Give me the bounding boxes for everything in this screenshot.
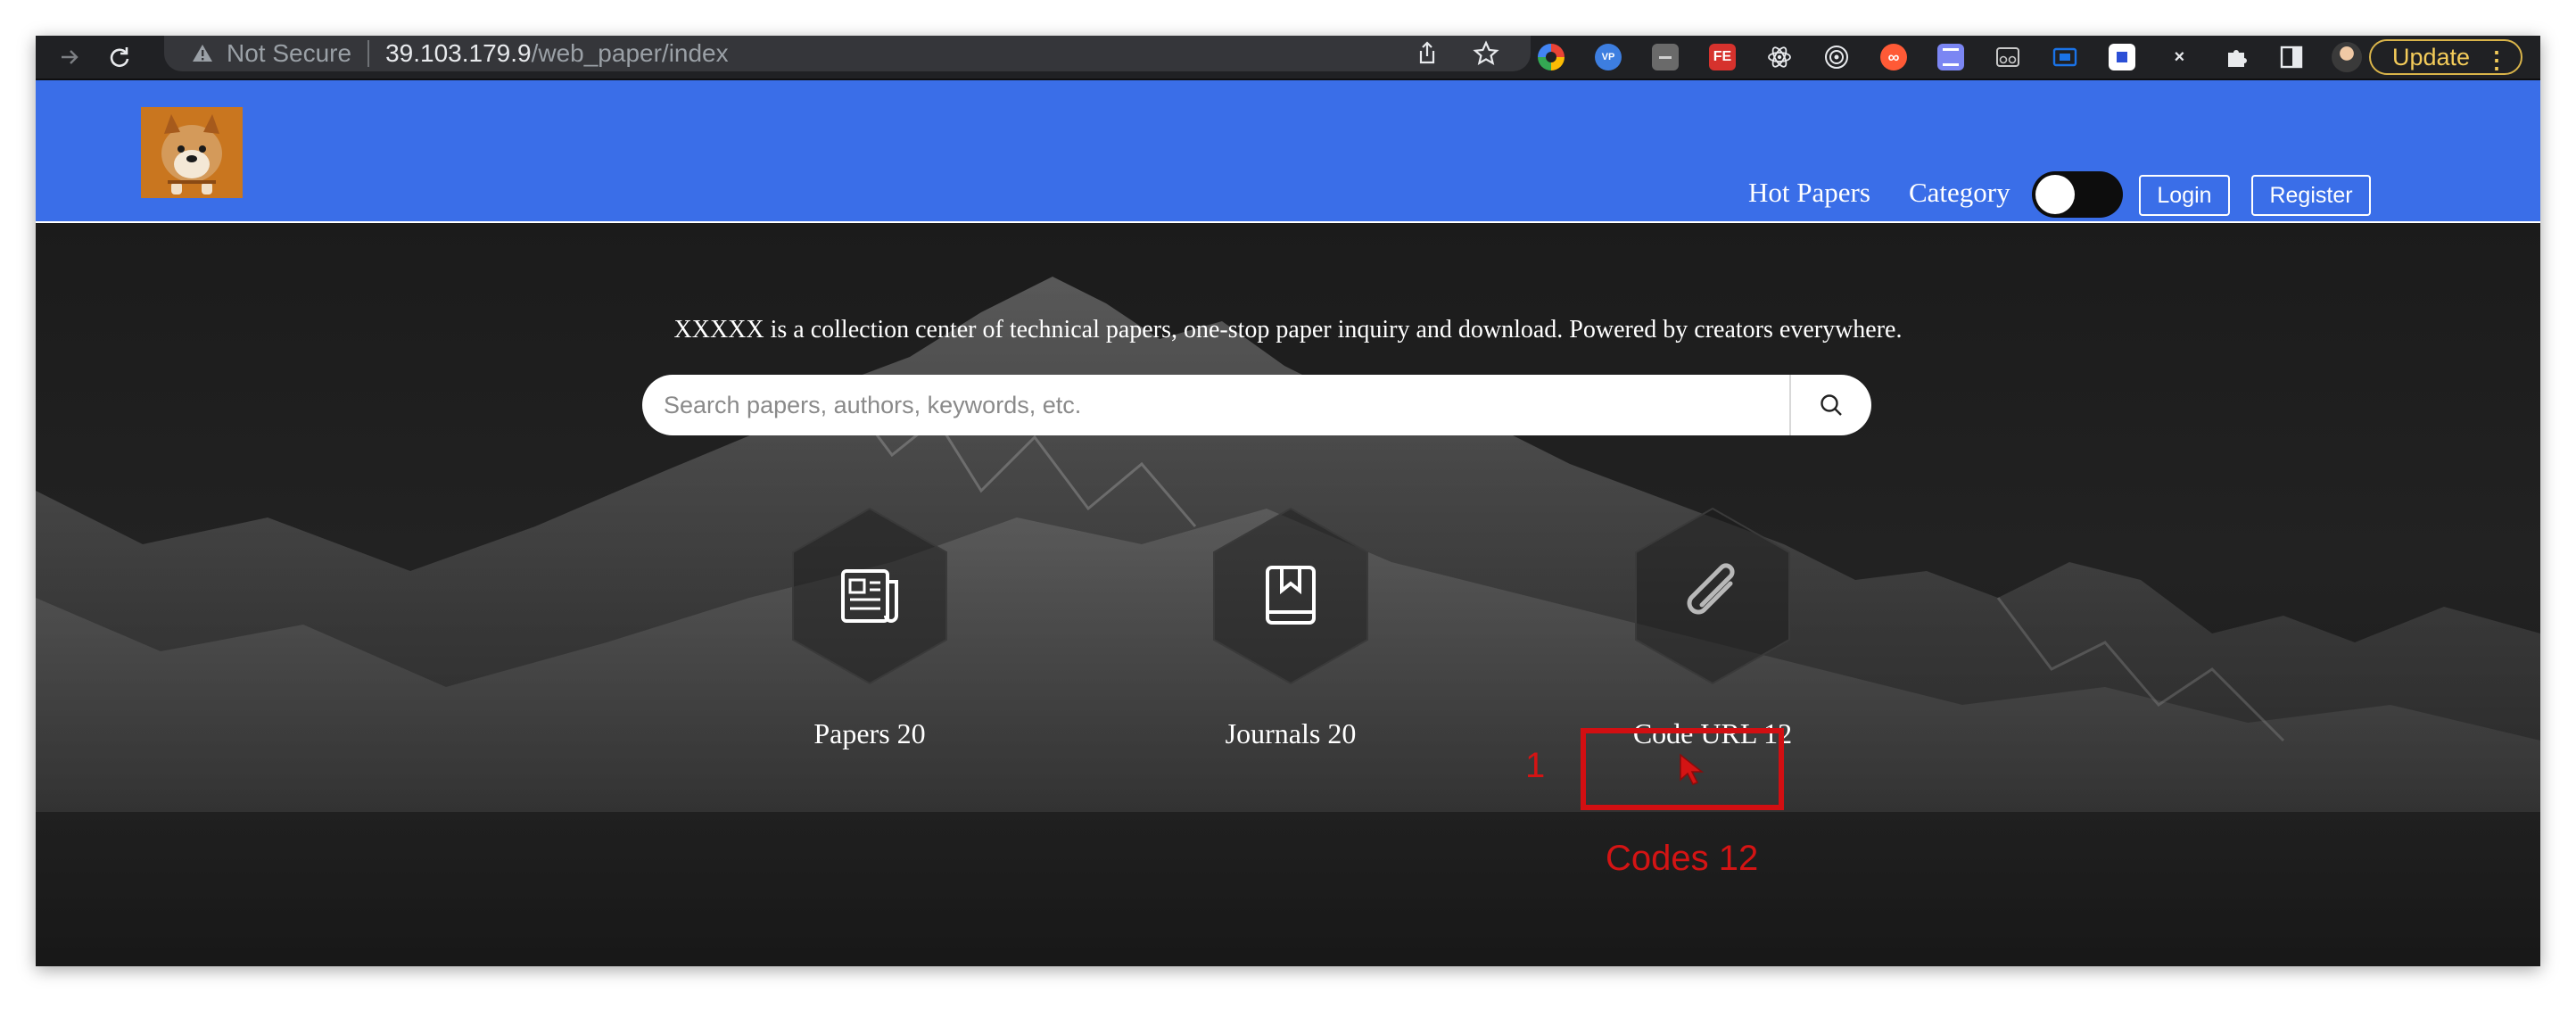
login-button[interactable]: Login bbox=[2139, 175, 2230, 216]
newspaper-icon bbox=[792, 507, 947, 685]
screen-capture-icon[interactable] bbox=[2052, 44, 2078, 70]
browser-toolbar: Not Secure 39.103.179.9 /web_paper/index… bbox=[36, 36, 2540, 80]
more-menu-icon[interactable]: ⋮ bbox=[2485, 46, 2508, 74]
puzzle-icon[interactable] bbox=[2223, 44, 2250, 70]
theme-toggle[interactable] bbox=[2032, 171, 2123, 218]
site-header: Hot Papers Category Login Register bbox=[36, 80, 2540, 223]
search-button[interactable] bbox=[1791, 375, 1871, 435]
reload-icon[interactable] bbox=[103, 41, 136, 73]
fe-helper-icon[interactable]: FE bbox=[1709, 44, 1736, 70]
infinity-icon[interactable]: ∞ bbox=[1880, 44, 1907, 70]
address-divider bbox=[367, 40, 370, 67]
journal-icon bbox=[1213, 507, 1368, 685]
annotation-note: Codes 12 bbox=[1606, 839, 1759, 878]
storage-icon[interactable] bbox=[1937, 44, 1964, 70]
sidebar-toggle-icon[interactable] bbox=[2278, 44, 2305, 70]
share-icon[interactable] bbox=[1413, 39, 1441, 68]
search-input[interactable] bbox=[642, 375, 1789, 435]
search-icon bbox=[1821, 394, 1842, 416]
site-logo[interactable] bbox=[141, 107, 243, 198]
nav-hot-papers[interactable]: Hot Papers bbox=[1748, 177, 1870, 209]
bookmark-ext-icon[interactable] bbox=[2109, 44, 2135, 70]
annotation-number: 1 bbox=[1525, 746, 1546, 785]
react-devtools-icon[interactable] bbox=[1766, 44, 1793, 70]
stat-papers-label: Papers 20 bbox=[813, 717, 926, 749]
browser-window: Not Secure 39.103.179.9 /web_paper/index… bbox=[36, 36, 2540, 966]
search-box bbox=[642, 375, 1871, 435]
tab-manager-icon[interactable] bbox=[1652, 44, 1679, 70]
vpn-badge-icon[interactable]: VP bbox=[1595, 44, 1622, 70]
target-icon[interactable] bbox=[1823, 44, 1850, 70]
x-ext-icon[interactable]: × bbox=[2166, 44, 2192, 70]
url-host: 39.103.179.9 bbox=[385, 39, 532, 67]
url-path: /web_paper/index bbox=[531, 39, 729, 67]
update-button[interactable]: Update ⋮ bbox=[2369, 39, 2522, 75]
warning-icon bbox=[193, 45, 212, 62]
update-label: Update bbox=[2392, 43, 2471, 70]
nav-category[interactable]: Category bbox=[1909, 177, 2010, 209]
cursor-icon bbox=[1680, 753, 1705, 785]
toggle-knob bbox=[2035, 175, 2075, 214]
forward-icon[interactable] bbox=[54, 41, 86, 73]
profile-avatar[interactable] bbox=[2332, 42, 2362, 72]
register-button[interactable]: Register bbox=[2251, 175, 2371, 216]
reader-icon[interactable] bbox=[1994, 44, 2021, 70]
star-icon[interactable] bbox=[1472, 39, 1500, 68]
color-wheel-icon[interactable] bbox=[1538, 44, 1565, 70]
hero-tagline: XXXXX is a collection center of technica… bbox=[673, 316, 1903, 344]
address-bar[interactable]: Not Secure 39.103.179.9 /web_paper/index bbox=[164, 36, 1531, 71]
stat-journals-label: Journals 20 bbox=[1225, 717, 1357, 749]
paperclip-icon bbox=[1635, 507, 1790, 685]
hero-section: XXXXX is a collection center of technica… bbox=[36, 223, 2540, 966]
security-label: Not Secure bbox=[227, 39, 352, 67]
